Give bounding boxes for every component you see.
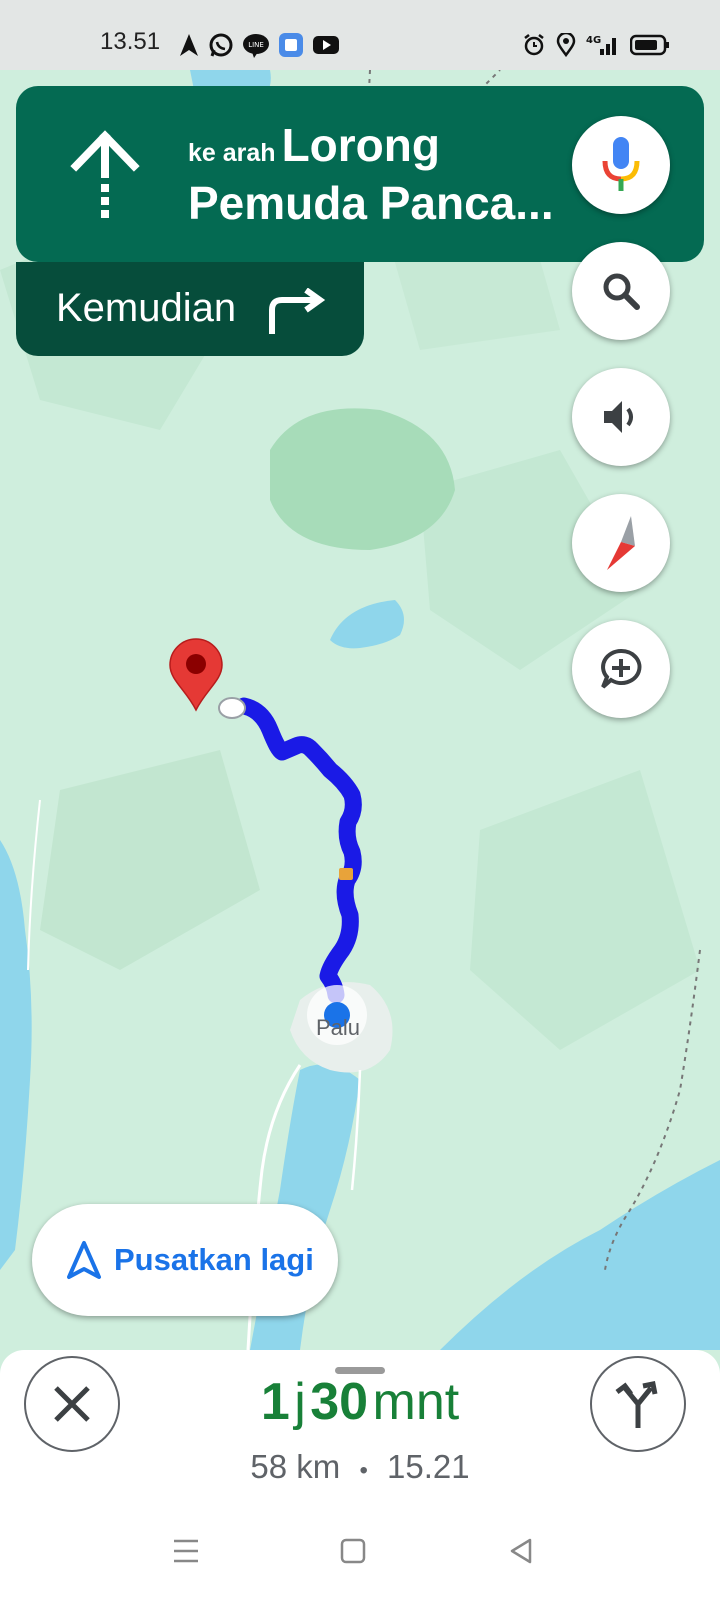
microphone-icon — [602, 137, 640, 191]
turn-right-icon — [269, 288, 326, 334]
back-triangle-icon[interactable] — [508, 1538, 534, 1564]
youtube-icon — [313, 36, 339, 54]
location-icon — [556, 33, 576, 57]
app-icon — [279, 33, 303, 57]
status-right-icons: 4G — [522, 30, 670, 60]
route-fork-icon — [615, 1381, 658, 1428]
line-icon: LINE — [243, 34, 269, 58]
battery-icon — [630, 34, 669, 56]
svg-text:LINE: LINE — [248, 41, 264, 49]
traffic-marker — [339, 868, 353, 880]
then-label: Kemudian — [56, 286, 237, 330]
menu-icon[interactable] — [172, 1538, 200, 1564]
eta-minutes: 30 — [310, 1373, 369, 1431]
eta-hours-unit: j — [294, 1373, 306, 1431]
city-label: Palu — [316, 1015, 360, 1040]
eta-minutes-unit: mnt — [372, 1373, 460, 1431]
navigation-arrow-icon — [67, 1241, 101, 1279]
compass-button[interactable] — [572, 494, 670, 592]
trip-separator: • — [359, 1457, 368, 1484]
trip-details: 58 km • 15.21 — [150, 1448, 570, 1486]
search-icon — [603, 273, 640, 310]
toward-prefix: ke arah — [188, 139, 276, 167]
alternate-routes-button[interactable] — [590, 1356, 686, 1452]
road-name-line2: Pemuda Panca... — [188, 177, 554, 229]
arrival-time: 15.21 — [387, 1448, 470, 1485]
recenter-button[interactable]: Pusatkan lagi — [32, 1204, 338, 1316]
svg-text:4G: 4G — [586, 35, 601, 46]
add-report-button[interactable] — [572, 620, 670, 718]
home-square-icon[interactable] — [340, 1538, 366, 1564]
recenter-label: Pusatkan lagi — [114, 1242, 314, 1277]
whatsapp-icon — [209, 33, 233, 57]
voice-search-button[interactable] — [572, 116, 670, 214]
status-left-icons: LINE — [178, 30, 340, 60]
next-step-card[interactable]: Kemudian — [16, 262, 364, 356]
status-bar: 13.51 LINE 4G — [0, 0, 720, 70]
eta-hours: 1 — [260, 1373, 290, 1431]
4g-signal-icon: 4G — [586, 35, 616, 55]
instruction-line1: ke arah Lorong — [188, 118, 578, 172]
search-button[interactable] — [572, 242, 670, 340]
exit-navigation-button[interactable] — [24, 1356, 120, 1452]
route-endpoint-marker — [218, 697, 246, 719]
road-name-line1: Lorong — [281, 119, 440, 171]
add-report-icon — [601, 648, 642, 689]
trip-distance: 58 km — [250, 1448, 341, 1485]
close-icon — [54, 1386, 90, 1422]
compass-icon — [607, 516, 635, 570]
volume-icon — [604, 401, 633, 433]
sound-button[interactable] — [572, 368, 670, 466]
alarm-icon — [524, 34, 544, 56]
straight-arrow-icon — [70, 130, 140, 218]
eta-duration: 1 j 30 mnt — [150, 1372, 570, 1432]
navigation-arrow-icon — [180, 34, 198, 56]
status-time: 13.51 — [100, 28, 161, 55]
